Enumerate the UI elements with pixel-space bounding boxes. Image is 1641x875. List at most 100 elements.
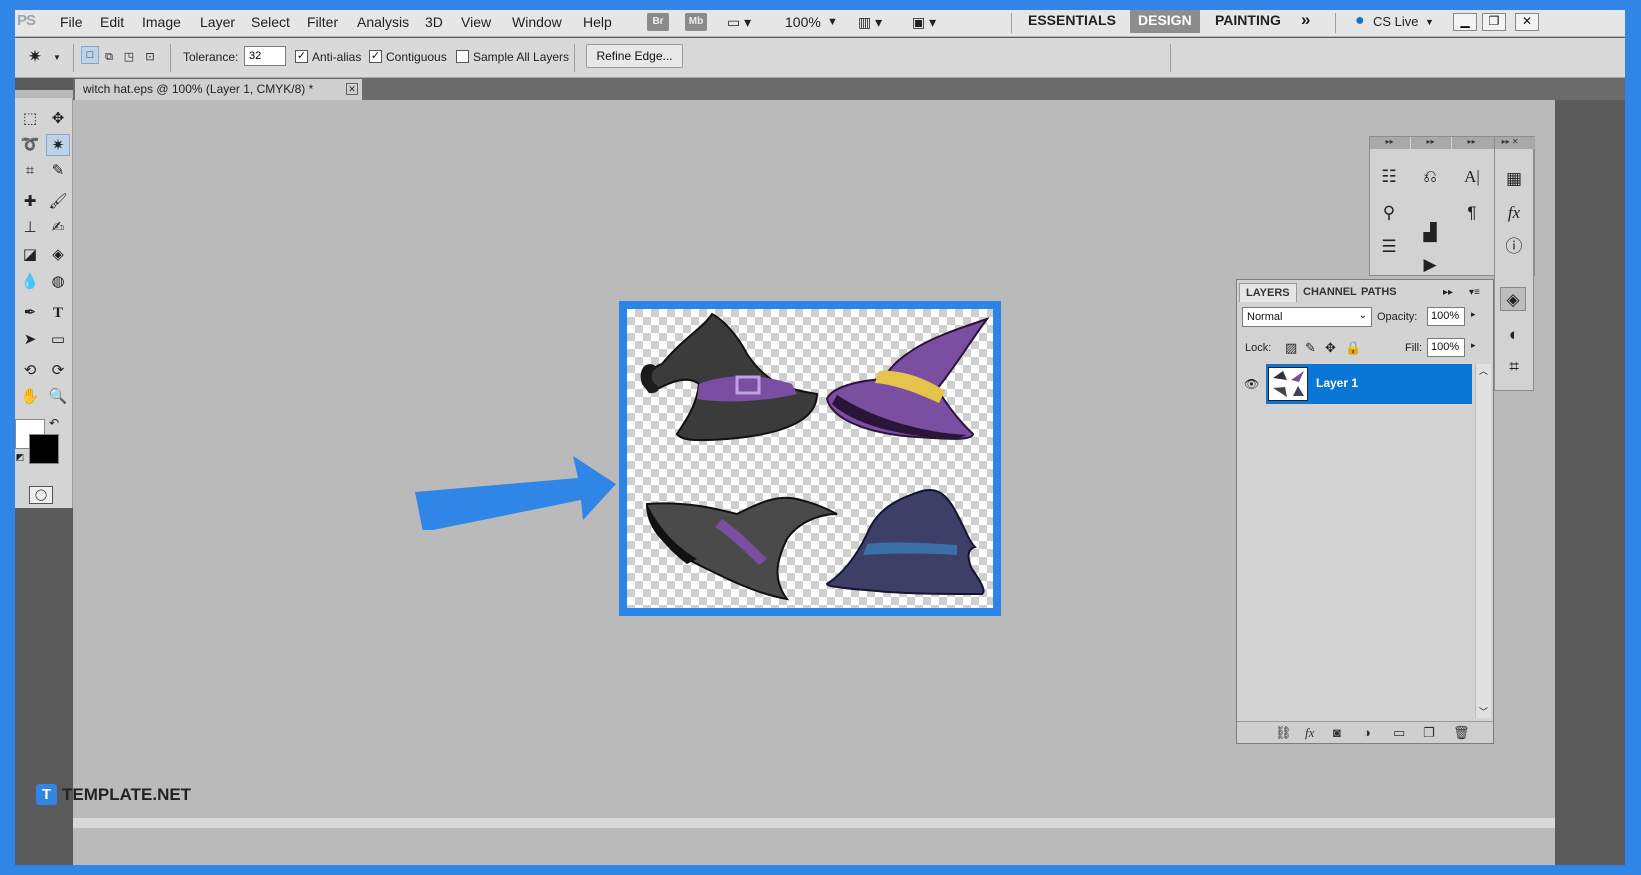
menu-analysis[interactable]: Analysis bbox=[357, 14, 409, 30]
history-brush-tool-icon[interactable]: ✍ bbox=[46, 217, 70, 239]
magic-wand-tool-icon[interactable]: ✷ bbox=[46, 134, 70, 156]
animation-icon[interactable]: ▶ bbox=[1417, 253, 1443, 277]
tab-paths[interactable]: PATHS bbox=[1355, 283, 1403, 302]
eraser-tool-icon[interactable]: ◪ bbox=[18, 244, 42, 266]
menu-layer[interactable]: Layer bbox=[200, 14, 235, 30]
subtract-selection-icon[interactable]: ◳ bbox=[120, 46, 138, 68]
clone-stamp-tool-icon[interactable]: ⊥ bbox=[18, 217, 42, 239]
tab-layers[interactable]: LAYERS bbox=[1239, 283, 1297, 302]
document-tab[interactable]: witch hat.eps @ 100% (Layer 1, CMYK/8) *… bbox=[75, 79, 362, 100]
history-icon[interactable]: ⎌ bbox=[1417, 165, 1443, 189]
layer-visibility-eye-icon[interactable]: 👁 bbox=[1244, 377, 1259, 391]
crop-tool-icon[interactable]: ⌗ bbox=[18, 160, 42, 182]
intersect-selection-icon[interactable]: ⊡ bbox=[141, 46, 159, 68]
paragraph-icon[interactable]: ¶ bbox=[1459, 201, 1485, 225]
blur-tool-icon[interactable]: 💧 bbox=[18, 271, 42, 293]
link-layers-icon[interactable]: ⛓ bbox=[1275, 725, 1292, 741]
dock-head-2[interactable]: ▸▸ bbox=[1411, 137, 1451, 149]
preset-dropdown-icon[interactable]: ▼ bbox=[45, 47, 69, 69]
styles-icon[interactable]: fx bbox=[1501, 201, 1527, 225]
hand-tool-icon[interactable]: ✋ bbox=[18, 386, 42, 408]
new-selection-icon[interactable]: □ bbox=[81, 46, 99, 64]
rectangle-tool-icon[interactable]: ▭ bbox=[46, 329, 70, 351]
menu-image[interactable]: Image bbox=[142, 14, 181, 30]
adjustment-layer-icon[interactable]: ◑ bbox=[1363, 725, 1371, 740]
zoom-dropdown-icon[interactable]: ▼ bbox=[827, 16, 838, 28]
panel-menu-icon[interactable]: ▾≡ bbox=[1469, 287, 1480, 298]
collapse-panel-icon[interactable]: ▸▸ bbox=[1443, 287, 1453, 298]
cs-live-dropdown-icon[interactable]: ▼ bbox=[1425, 17, 1434, 27]
quick-mask-icon[interactable]: ◯ bbox=[29, 486, 53, 504]
dock-head-3[interactable]: ▸▸ bbox=[1452, 137, 1494, 149]
menu-filter[interactable]: Filter bbox=[307, 14, 338, 30]
eyedropper-tool-icon[interactable]: ✎ bbox=[46, 160, 70, 182]
path-selection-tool-icon[interactable]: ➤ bbox=[18, 329, 42, 351]
rectangular-marquee-tool-icon[interactable]: ⬚ bbox=[18, 108, 42, 130]
swatches-icon[interactable]: ▦ bbox=[1501, 167, 1527, 191]
add-selection-icon[interactable]: ⧉ bbox=[100, 46, 118, 68]
new-group-icon[interactable]: ▭ bbox=[1393, 725, 1405, 741]
anti-alias-checkbox[interactable]: ✓ bbox=[295, 50, 308, 63]
layer-row-layer-1[interactable]: Layer 1 bbox=[1266, 364, 1472, 404]
close-button[interactable]: ✕ bbox=[1515, 13, 1539, 31]
histogram-icon[interactable]: ▟ bbox=[1417, 221, 1443, 245]
adjustments-icon[interactable]: ◐ bbox=[1501, 323, 1527, 347]
lock-transparent-icon[interactable]: ▨ bbox=[1285, 340, 1297, 356]
contiguous-checkbox[interactable]: ✓ bbox=[369, 50, 382, 63]
opacity-input[interactable]: 100% bbox=[1427, 307, 1465, 326]
zoom-level[interactable]: 100% bbox=[785, 14, 821, 30]
dock-head-1[interactable]: ▸▸ bbox=[1370, 137, 1410, 149]
swap-colors-icon[interactable]: ↶ bbox=[47, 412, 61, 434]
menu-help[interactable]: Help bbox=[583, 14, 612, 30]
background-color-swatch[interactable] bbox=[29, 434, 59, 464]
tool-presets-icon[interactable]: ☰ bbox=[1376, 235, 1402, 259]
fill-slider-icon[interactable]: ▸ bbox=[1471, 340, 1476, 351]
masks-icon[interactable]: ⌗ bbox=[1501, 355, 1527, 379]
brush-tool-icon[interactable]: 🖌 bbox=[46, 191, 70, 213]
layers-panel-icon[interactable]: ◈ bbox=[1500, 287, 1526, 311]
3d-rotate-tool-icon[interactable]: ⟲ bbox=[18, 360, 42, 382]
scroll-down-icon[interactable]: ﹀ bbox=[1479, 705, 1488, 718]
blend-mode-select[interactable]: Normal ⌄ bbox=[1242, 307, 1372, 327]
menu-view[interactable]: View bbox=[461, 14, 491, 30]
menu-edit[interactable]: Edit bbox=[100, 14, 124, 30]
lock-all-icon[interactable]: 🔒 bbox=[1345, 340, 1361, 356]
new-layer-icon[interactable]: ❐ bbox=[1423, 725, 1435, 741]
bridge-button[interactable]: Br bbox=[647, 13, 669, 31]
menu-file[interactable]: File bbox=[60, 14, 83, 30]
witch-hats-artwork[interactable] bbox=[619, 301, 1001, 616]
tolerance-input[interactable] bbox=[244, 46, 286, 66]
clone-source-icon[interactable]: ⚲ bbox=[1376, 201, 1402, 225]
3d-orbit-tool-icon[interactable]: ⟳ bbox=[46, 360, 70, 382]
lasso-tool-icon[interactable]: ➰ bbox=[18, 134, 42, 156]
workspace-essentials[interactable]: ESSENTIALS bbox=[1020, 10, 1124, 33]
cs-live-icon[interactable]: ● bbox=[1355, 12, 1365, 30]
toolbox-grip[interactable] bbox=[15, 90, 73, 98]
fill-input[interactable]: 100% bbox=[1427, 338, 1465, 357]
default-colors-icon[interactable]: ◩ bbox=[15, 446, 25, 468]
refine-edge-button[interactable]: Refine Edge... bbox=[586, 44, 683, 68]
brush-presets-icon[interactable]: ☷ bbox=[1376, 165, 1402, 189]
healing-brush-tool-icon[interactable]: ✚ bbox=[18, 191, 42, 213]
menu-3d[interactable]: 3D bbox=[425, 14, 443, 30]
view-extras-icon[interactable]: ▭ ▾ bbox=[727, 14, 751, 31]
workspace-design[interactable]: DESIGN bbox=[1130, 10, 1200, 33]
pen-tool-icon[interactable]: ✒ bbox=[18, 302, 42, 324]
lock-image-icon[interactable]: ✎ bbox=[1305, 340, 1316, 356]
add-mask-icon[interactable]: ◙ bbox=[1333, 725, 1341, 740]
maximize-button[interactable]: ❐ bbox=[1482, 13, 1506, 31]
workspace-painting[interactable]: PAINTING bbox=[1207, 10, 1289, 33]
layer-style-icon[interactable]: fx bbox=[1305, 725, 1314, 741]
dock-head-4[interactable]: ▸▸ ✕ bbox=[1495, 137, 1535, 149]
minimize-button[interactable]: ▁ bbox=[1453, 13, 1477, 31]
zoom-tool-icon[interactable]: 🔍 bbox=[46, 386, 70, 408]
minibridge-button[interactable]: Mb bbox=[685, 13, 707, 31]
menu-select[interactable]: Select bbox=[251, 14, 290, 30]
magic-wand-preset-icon[interactable]: ✷ bbox=[23, 46, 47, 68]
info-icon[interactable]: ⓘ bbox=[1501, 235, 1527, 259]
more-workspaces-icon[interactable]: » bbox=[1293, 10, 1318, 33]
cs-live-menu[interactable]: CS Live bbox=[1373, 14, 1419, 29]
menu-window[interactable]: Window bbox=[512, 14, 562, 30]
screen-mode-icon[interactable]: ▣ ▾ bbox=[912, 14, 936, 31]
scroll-up-icon[interactable]: ︿ bbox=[1479, 364, 1488, 377]
